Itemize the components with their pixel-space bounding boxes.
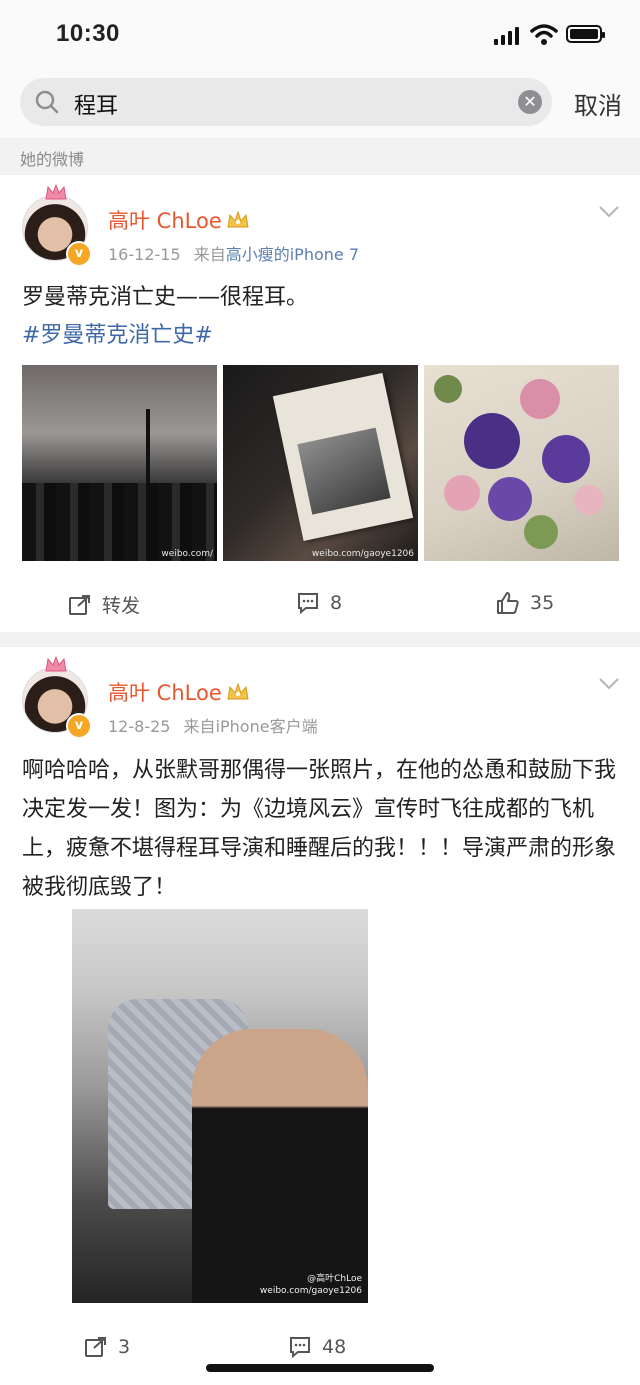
username[interactable]: 高叶 ChLoe [108, 205, 250, 235]
chevron-down-icon[interactable] [598, 677, 620, 691]
comment-button[interactable]: 48 [288, 1335, 346, 1359]
crown-icon [227, 210, 249, 228]
thumbs-up-icon [497, 592, 519, 614]
weibo-post: v 高叶 ChLoe 12-8-25 来自iPhone客户端 啊哈哈哈，从张默哥… [0, 647, 640, 1385]
username-text: 高叶 ChLoe [108, 209, 222, 233]
cancel-button[interactable]: 取消 [574, 86, 622, 121]
avatar-crown-decoration-icon [45, 183, 67, 200]
post-text: 罗曼蒂克消亡史——很程耳。 #罗曼蒂克消亡史# [22, 279, 622, 355]
post-source[interactable]: 高小瘦的iPhone 7 [226, 245, 359, 264]
post-date: 12-8-25 [108, 717, 171, 736]
hashtag-link[interactable]: #罗曼蒂克消亡史# [22, 317, 622, 355]
status-bar: 10:30 [0, 0, 640, 70]
comment-count: 48 [322, 1336, 347, 1358]
repost-button[interactable]: 3 [84, 1335, 130, 1359]
search-bar-row: 程耳 ✕ 取消 [0, 70, 640, 138]
search-input[interactable]: 程耳 ✕ [20, 78, 552, 126]
photo-grid: weibo.com/ weibo.com/gaoye1206 [22, 365, 619, 561]
verified-badge-icon: v [66, 241, 92, 267]
search-icon [35, 90, 59, 114]
search-query-text: 程耳 [74, 94, 119, 119]
chevron-down-icon[interactable] [598, 205, 620, 219]
source-prefix: 来自 [193, 245, 226, 264]
comment-icon [290, 1337, 310, 1359]
cellular-signal-icon [494, 27, 520, 45]
comment-count: 8 [330, 592, 343, 614]
repost-button[interactable]: 转发 [68, 591, 140, 618]
book-photo[interactable]: weibo.com/gaoye1206 [223, 365, 418, 561]
repost-icon [85, 1337, 106, 1357]
post-actions: 转发 8 35 [0, 583, 640, 627]
comment-icon [298, 593, 318, 615]
section-label: 她的微博 [20, 150, 85, 169]
like-count: 35 [530, 592, 555, 614]
post-source: iPhone客户端 [215, 717, 318, 736]
avatar-crown-decoration-icon [45, 655, 67, 672]
repost-label: 转发 [102, 595, 141, 617]
post-meta: 12-8-25 来自iPhone客户端 [108, 713, 318, 737]
clear-search-icon[interactable]: ✕ [518, 90, 542, 114]
post-date: 16-12-15 [108, 245, 181, 264]
repost-count: 3 [118, 1336, 131, 1358]
wifi-icon [530, 24, 558, 45]
verified-badge-icon: v [66, 713, 92, 739]
post-meta: 16-12-15 来自高小瘦的iPhone 7 [108, 241, 359, 265]
airplane-photo[interactable]: @高叶ChLoe weibo.com/gaoye1206 [72, 909, 368, 1303]
battery-icon [566, 25, 605, 43]
like-button[interactable]: 35 [496, 591, 554, 615]
comment-button[interactable]: 8 [296, 591, 342, 615]
post-body: 啊哈哈哈，从张默哥那偶得一张照片，在他的怂恿和鼓励下我决定发一发！图为：为《边境… [22, 758, 617, 900]
crown-icon [227, 682, 249, 700]
username[interactable]: 高叶 ChLoe [108, 677, 250, 707]
home-indicator[interactable] [206, 1364, 434, 1372]
flowers-photo[interactable] [424, 365, 619, 561]
source-prefix: 来自 [183, 717, 216, 736]
username-text: 高叶 ChLoe [108, 681, 222, 705]
weibo-post: v 高叶 ChLoe 16-12-15 来自高小瘦的iPhone 7 罗曼蒂克消… [0, 175, 640, 632]
stage-event-photo[interactable]: weibo.com/ [22, 365, 217, 561]
repost-icon [69, 594, 90, 615]
post-body: 罗曼蒂克消亡史——很程耳。 [22, 285, 309, 310]
status-time: 10:30 [56, 20, 120, 47]
